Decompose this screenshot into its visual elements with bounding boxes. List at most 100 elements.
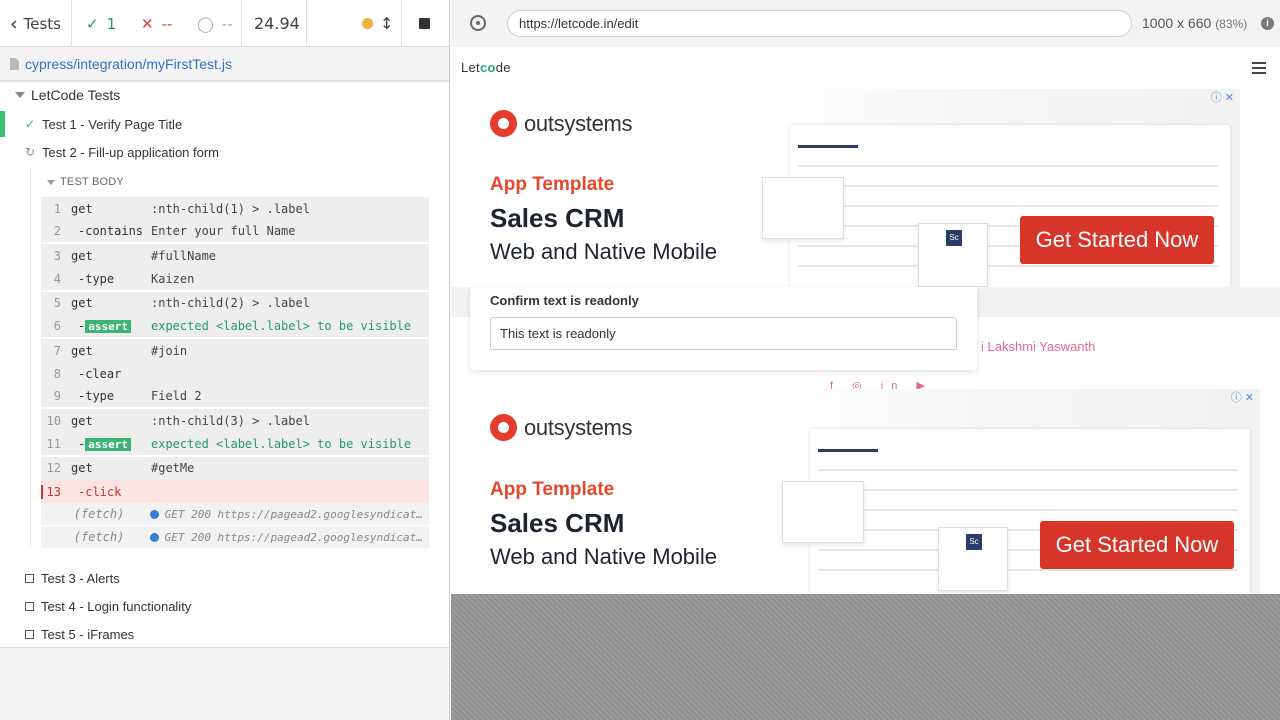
command-message: expected <label.label> to be visible <box>151 318 412 333</box>
command-number: 13 <box>41 484 71 499</box>
reporter-panel: ‹ Tests ✓ 1 ✕ -- ◯ -- 24.94 ↕ cypress/in… <box>0 0 450 720</box>
command-number: 12 <box>46 461 61 476</box>
failed-count: ✕ -- <box>141 0 172 47</box>
stop-icon <box>419 18 430 29</box>
ad-banner[interactable]: Sc ⓘ ✕ outsystems App Template Sales CRM… <box>470 89 1240 287</box>
request-dot-icon <box>149 509 159 519</box>
command-row[interactable]: 2 -contains Enter your full Name <box>41 220 429 245</box>
chevron-left-icon: ‹ <box>10 12 18 35</box>
ad-card: Sc <box>938 527 1008 591</box>
test-row[interactable]: Test 3 - Alerts <box>0 564 449 592</box>
hamburger-menu-icon[interactable] <box>1252 62 1266 77</box>
command-name: - assert <box>71 319 151 333</box>
test-row[interactable]: Test 5 - iFrames <box>0 620 449 648</box>
test-body-label: TEST BODY <box>60 176 124 188</box>
viewport-info: 1000 x 660 (83%) <box>1142 15 1247 31</box>
request-dot-icon <box>149 532 159 542</box>
divider <box>241 0 242 47</box>
scroll-toggle-icon[interactable]: ↕ <box>380 0 393 47</box>
test-row[interactable]: ✓ Test 1 - Verify Page Title <box>0 110 449 138</box>
author-credit[interactable]: i Lakshmi Yaswanth <box>981 339 1095 354</box>
ad-badge: Sc <box>966 534 982 550</box>
ad-cta-button[interactable]: Get Started Now <box>1040 521 1234 569</box>
fetch-row[interactable]: (fetch) GET 200 https://pagead2.googlesyn… <box>41 526 429 550</box>
command-row[interactable]: 8 -clear <box>41 362 429 386</box>
letcode-logo[interactable]: Letcode <box>461 60 511 75</box>
ad-banner[interactable]: Sc ⓘ ✕ outsystems App Template Sales CRM… <box>470 389 1260 594</box>
outsystems-logo-icon <box>490 110 517 137</box>
checkbox-icon <box>25 601 34 611</box>
stop-button[interactable] <box>419 0 430 47</box>
spec-path[interactable]: cypress/integration/myFirstTest.js <box>0 48 449 81</box>
command-row-failed[interactable]: 13 -click <box>41 480 429 504</box>
command-name: get <box>71 296 93 311</box>
ad-badge: Sc <box>946 230 962 246</box>
stats-bar: ‹ Tests ✓ 1 ✕ -- ◯ -- 24.94 ↕ <box>0 0 449 47</box>
viewport-size: 1000 x 660 <box>1142 15 1212 31</box>
command-name: get <box>71 248 93 263</box>
command-row[interactable]: 6 - assert expected <label.label> to be vis… <box>41 314 429 339</box>
test-body-header[interactable]: TEST BODY <box>47 176 124 188</box>
readonly-input[interactable]: This text is readonly <box>490 317 957 350</box>
pending-count: ◯ -- <box>197 0 233 47</box>
command-name: get <box>71 343 93 358</box>
fetch-row[interactable]: (fetch) GET 200 https://pagead2.googlesyn… <box>41 503 429 527</box>
suite-title[interactable]: LetCode Tests <box>15 87 120 103</box>
info-icon[interactable]: i <box>1261 17 1274 30</box>
command-name: get <box>71 461 93 476</box>
command-row[interactable]: 12 get #getMe <box>41 456 429 481</box>
divider <box>401 0 402 47</box>
check-icon: ✓ <box>86 14 99 33</box>
ad-cta-button[interactable]: Get Started Now <box>1020 216 1214 264</box>
command-message: :nth-child(2) > .label <box>151 296 310 311</box>
circle-icon: ◯ <box>197 14 214 33</box>
ad-card <box>782 481 864 543</box>
command-row[interactable]: 5 get:nth-child(2) > .label <box>41 291 429 315</box>
tests-label: Tests <box>23 14 61 33</box>
ad-close-icon[interactable]: ⓘ ✕ <box>1231 389 1254 405</box>
outsystems-logo-icon <box>490 414 517 441</box>
command-row[interactable]: 7 get #join <box>41 338 429 363</box>
logo-text: de <box>495 60 511 75</box>
check-icon: ✓ <box>25 117 36 131</box>
ad-card: Sc <box>918 223 988 287</box>
command-row[interactable]: 3 get #fullName <box>41 244 429 268</box>
assert-badge: assert <box>85 437 131 451</box>
command-row[interactable]: 9 -type Field 2 <box>41 385 429 410</box>
command-row[interactable]: 4 -type Kaizen <box>41 267 429 292</box>
test-title: Test 2 - Fill-up application form <box>42 144 220 160</box>
command-row[interactable]: 1 get:nth-child(1) > .label <box>41 197 429 221</box>
runnables-list: LetCode Tests ✓ Test 1 - Verify Page Tit… <box>0 82 449 648</box>
spinner-icon: ↻ <box>25 145 36 159</box>
caret-down-icon <box>47 179 55 185</box>
test-title: Test 5 - iFrames <box>41 626 135 642</box>
pending-value: -- <box>221 14 233 33</box>
ad-subtitle: Web and Native Mobile <box>490 239 718 264</box>
divider <box>30 170 31 548</box>
command-message: :nth-child(1) > .label <box>151 201 310 216</box>
command-name: -contains <box>78 224 144 239</box>
divider <box>71 0 72 47</box>
confirm-label: Confirm text is readonly <box>490 293 639 308</box>
status-dot-icon <box>362 18 373 29</box>
spec-path-link[interactable]: cypress/integration/myFirstTest.js <box>25 56 232 72</box>
tests-button[interactable]: ‹ Tests <box>0 0 71 47</box>
suite-title-text: LetCode Tests <box>31 87 121 103</box>
command-number: 4 <box>53 271 61 286</box>
selector-playground-icon[interactable] <box>470 15 486 31</box>
command-number: 1 <box>53 201 61 216</box>
command-row[interactable]: 11 - assert expected <label.label> to be vi… <box>41 432 429 457</box>
test-row[interactable]: ↻ Test 2 - Fill-up application form <box>0 138 449 166</box>
ad-headline: App Template <box>490 479 615 500</box>
command-row[interactable]: 10 get:nth-child(3) > .label <box>41 409 429 433</box>
command-message: #join <box>151 343 188 358</box>
auto-scroll-indicator[interactable] <box>362 0 373 47</box>
command-name: -type <box>78 389 115 404</box>
ad-title: Sales CRM <box>490 203 625 233</box>
url-bar[interactable]: https://letcode.in/edit <box>507 10 1132 37</box>
failed-value: -- <box>161 14 173 33</box>
test-row[interactable]: Test 4 - Login functionality <box>0 592 449 620</box>
ad-close-icon[interactable]: ⓘ ✕ <box>1211 89 1234 105</box>
ad-subtitle: Web and Native Mobile <box>490 544 718 569</box>
zoom-level: (83%) <box>1215 17 1248 31</box>
